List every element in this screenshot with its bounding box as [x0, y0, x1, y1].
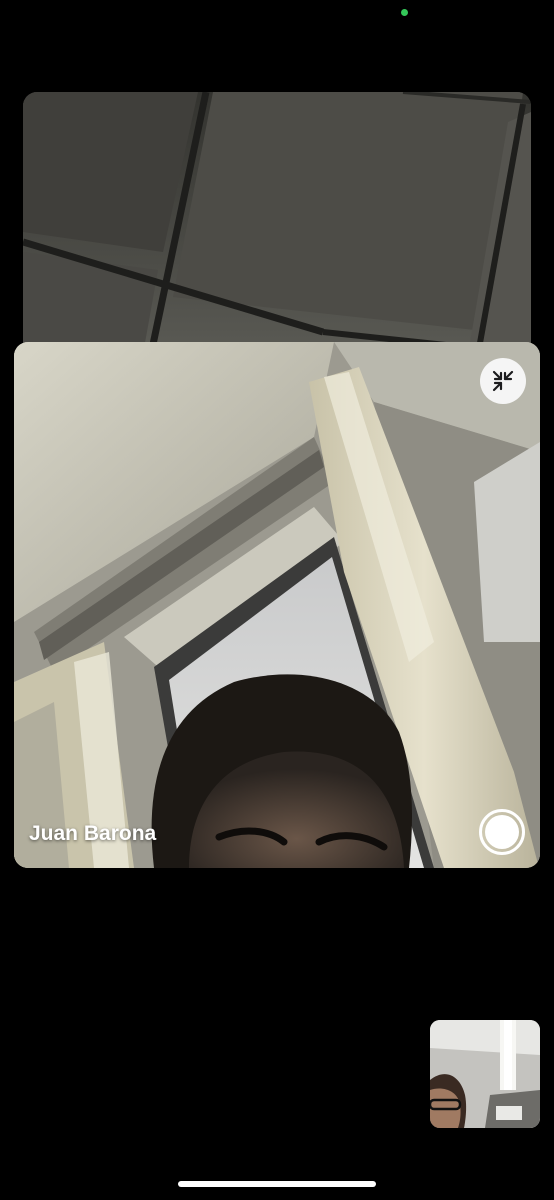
- collapse-button[interactable]: [480, 358, 526, 404]
- self-view-preview[interactable]: [430, 1020, 540, 1128]
- self-video-feed: [430, 1020, 540, 1128]
- main-participant-video-tile[interactable]: Juan Barona: [14, 342, 540, 868]
- background-video-tile[interactable]: [23, 92, 531, 354]
- live-photo-capture-button[interactable]: [479, 809, 525, 855]
- participant-name-label: Juan Barona: [29, 822, 157, 845]
- participant-video-feed: [14, 342, 540, 868]
- home-indicator[interactable]: [178, 1181, 376, 1187]
- live-photo-capture-icon: [485, 815, 519, 849]
- collapse-arrows-icon: [492, 370, 514, 392]
- ceiling-video-feed: [23, 92, 531, 354]
- camera-in-use-indicator: [401, 9, 408, 16]
